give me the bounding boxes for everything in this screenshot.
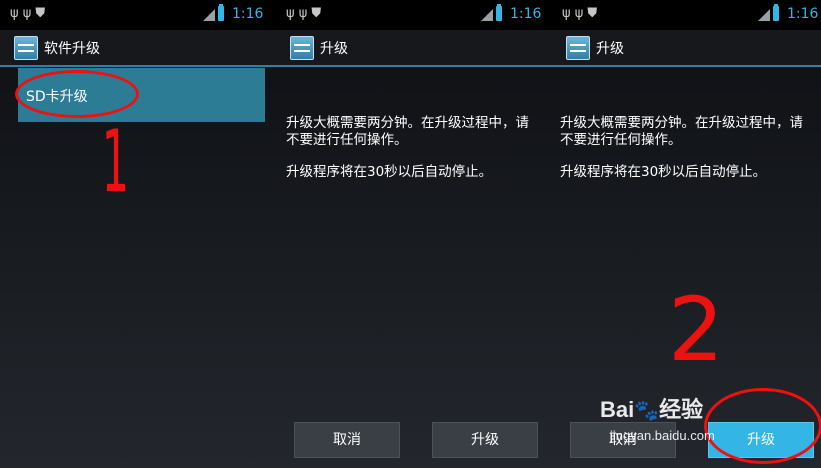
- page-title: 升级: [596, 41, 624, 57]
- screen-panel-3: ψ ψ ⛊ 1:16 升级 升级大概需要两分钟。在升级过程中，请不要进行任何操作…: [552, 0, 821, 468]
- annotation-step-2: 2: [668, 278, 724, 381]
- clock: 1:16: [510, 6, 542, 22]
- watermark-url: jingyan.baidu.com: [610, 428, 715, 443]
- settings-app-icon[interactable]: [14, 36, 38, 60]
- settings-app-icon[interactable]: [290, 36, 314, 60]
- battery-icon: [218, 4, 224, 21]
- screen-panel-2: ψ ψ ⛊ 1:16 升级 升级大概需要两分钟。在升级过程中，请不要进行任何操作…: [276, 0, 552, 468]
- signal-icon: [481, 9, 493, 21]
- page-title: 升级: [320, 41, 348, 57]
- usb-icon: ψ ψ ⛊: [286, 6, 322, 21]
- usb-icon: ψ ψ ⛊: [10, 6, 46, 21]
- annotation-step-1: 1: [101, 112, 130, 212]
- battery-icon: [773, 4, 779, 21]
- signal-icon: [758, 9, 770, 21]
- upgrade-message: 升级大概需要两分钟。在升级过程中，请不要进行任何操作。: [560, 115, 803, 148]
- annotation-circle: [15, 70, 139, 118]
- status-bar: ψ ψ ⛊ 1:16: [276, 0, 552, 30]
- paw-icon: 🐾: [634, 400, 660, 422]
- action-bar: 软件升级: [0, 30, 276, 67]
- cancel-button[interactable]: 取消: [294, 422, 400, 458]
- action-bar: 升级: [276, 30, 552, 67]
- clock: 1:16: [787, 6, 819, 22]
- battery-icon: [496, 4, 502, 21]
- annotation-circle: [704, 388, 821, 464]
- upgrade-timeout-message: 升级程序将在30秒以后自动停止。: [560, 164, 767, 180]
- action-bar: 升级: [552, 30, 821, 67]
- clock: 1:16: [232, 6, 264, 22]
- usb-icon: ψ ψ ⛊: [562, 6, 598, 21]
- signal-icon: [203, 9, 215, 21]
- settings-app-icon[interactable]: [566, 36, 590, 60]
- page-title: 软件升级: [44, 41, 100, 57]
- upgrade-button[interactable]: 升级: [432, 422, 538, 458]
- status-bar: ψ ψ ⛊ 1:16: [552, 0, 821, 30]
- watermark-logo: Bai🐾经验: [600, 397, 704, 422]
- upgrade-message: 升级大概需要两分钟。在升级过程中，请不要进行任何操作。: [286, 115, 529, 148]
- upgrade-timeout-message: 升级程序将在30秒以后自动停止。: [286, 164, 493, 180]
- status-bar: ψ ψ ⛊ 1:16: [0, 0, 276, 30]
- screen-panel-1: ψ ψ ⛊ 1:16 软件升级 SD卡升级 1: [0, 0, 276, 468]
